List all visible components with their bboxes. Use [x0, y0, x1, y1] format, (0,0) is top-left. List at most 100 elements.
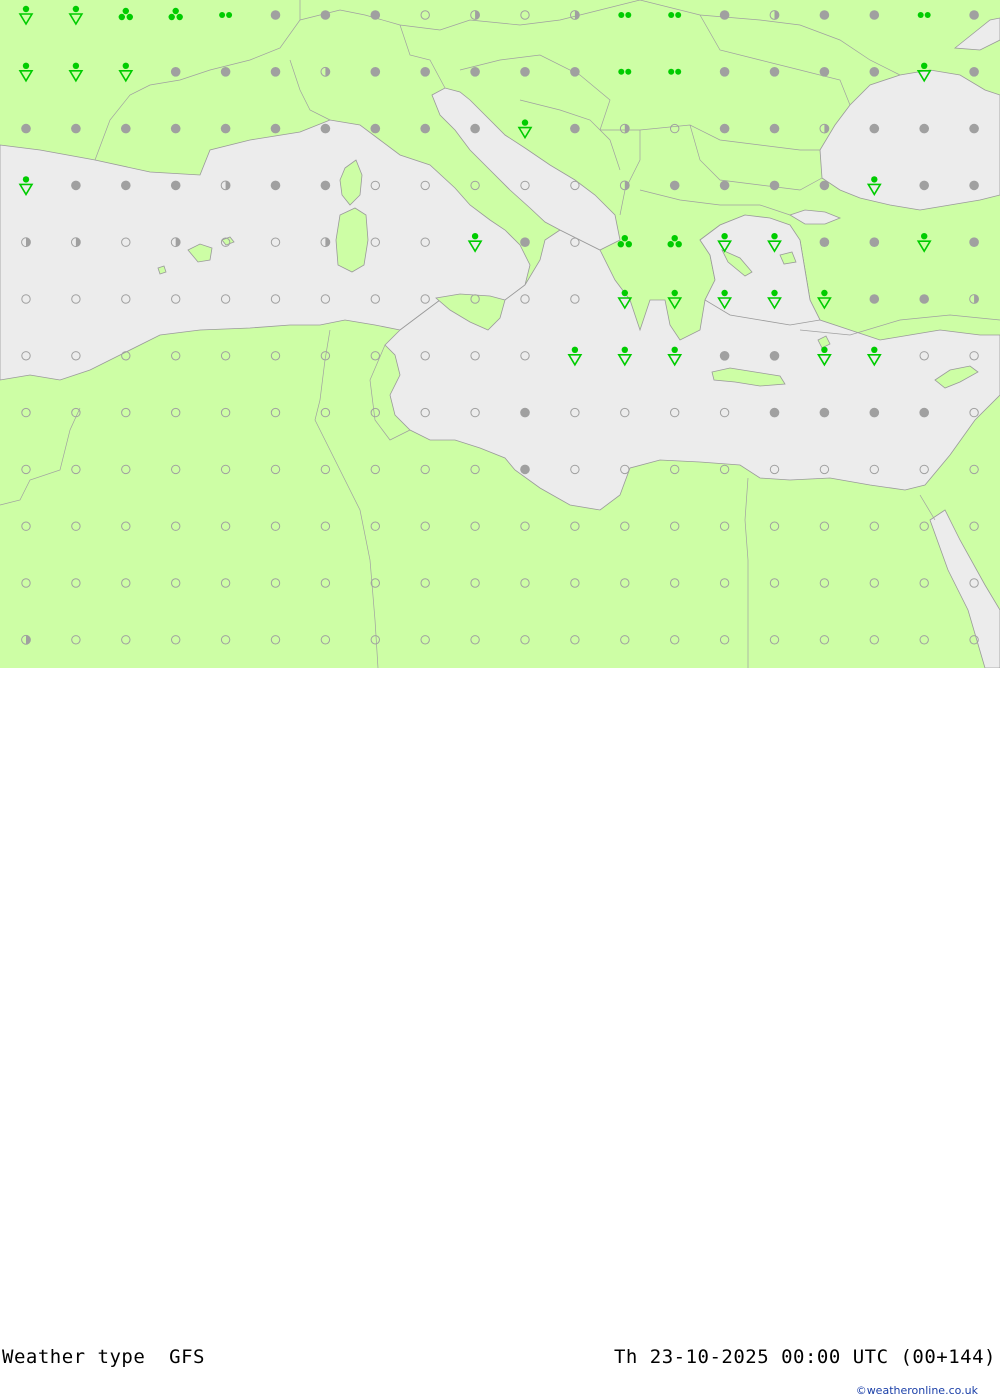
weather-symbol-overcast: [919, 294, 929, 304]
weather-symbol-overcast: [520, 407, 530, 418]
weather-symbol-overcast: [719, 123, 730, 134]
weather-symbol-clear: [819, 578, 830, 588]
weather-symbol-clear: [21, 464, 31, 475]
weather-symbol-drizzle: [618, 68, 632, 75]
weather-symbol-overcast: [969, 180, 979, 191]
weather-symbol-overcast: [669, 180, 680, 191]
weather-symbol-overcast: [570, 67, 580, 77]
weather-symbol-clear: [370, 407, 380, 418]
weather-symbol-clear: [670, 521, 680, 531]
weather-symbol-showers: [916, 233, 932, 253]
weather-symbol-clear: [719, 521, 730, 531]
weather-symbol-clear: [570, 521, 580, 531]
map-canvas: [0, 0, 1000, 668]
weather-symbol-clear: [220, 521, 231, 531]
map-footer: Weather type GFS Th 23-10-2025 00:00 UTC…: [0, 668, 1000, 1397]
weather-symbol-overcast: [71, 180, 81, 191]
caspian-fragment: [953, 17, 1000, 51]
forecast-datetime: Th 23-10-2025 00:00 UTC (00+144): [613, 1346, 996, 1368]
weather-symbol-partly: [470, 10, 481, 20]
weather-symbol-overcast: [769, 123, 780, 134]
weather-symbol-clear: [470, 635, 480, 645]
weather-symbol-clear: [370, 635, 380, 645]
weather-symbol-drizzle: [219, 12, 233, 18]
weather-symbol-overcast: [520, 237, 530, 247]
weather-symbol-overcast: [769, 180, 780, 191]
weather-symbol-overcast: [819, 237, 830, 247]
weather-symbol-clear: [769, 521, 780, 531]
weather-symbol-clear: [71, 464, 81, 475]
weather-symbol-clear: [719, 635, 730, 645]
weather-symbol-partly: [769, 10, 780, 20]
weather-symbol-partly: [320, 66, 331, 77]
weather-symbol-clear: [220, 351, 231, 361]
weather-symbol-clear: [769, 635, 780, 645]
weather-symbol-clear: [570, 635, 580, 645]
weather-symbol-clear: [320, 521, 331, 531]
weather-symbol-showers: [18, 5, 34, 26]
weather-symbol-overcast: [769, 351, 780, 361]
weather-symbol-clear: [71, 635, 81, 645]
weather-symbol-overcast: [969, 10, 979, 20]
source-credit-link[interactable]: ©weatheronline.co.uk: [856, 1384, 978, 1397]
weather-symbol-showers: [517, 119, 533, 140]
weather-symbol-clear: [969, 464, 979, 475]
weather-symbol-clear: [21, 521, 31, 531]
weather-symbol-showers: [667, 289, 683, 310]
weather-symbol-overcast: [719, 10, 730, 20]
weather-symbol-clear: [370, 464, 380, 475]
island-ibiza: [157, 265, 167, 275]
weather-symbol-overcast: [270, 10, 281, 20]
weather-symbol-overcast: [170, 123, 181, 134]
weather-symbol-clear: [420, 635, 430, 645]
weather-symbol-clear: [270, 351, 281, 361]
weather-symbol-clear: [819, 635, 830, 645]
weather-symbol-clear: [620, 635, 630, 645]
weather-symbol-rain: [667, 235, 682, 248]
weather-symbol-partly: [619, 180, 630, 191]
weather-symbol-clear: [670, 464, 680, 475]
weather-symbol-clear: [171, 464, 181, 475]
weather-symbol-showers: [816, 289, 832, 310]
weather-map: [0, 0, 1000, 668]
weather-symbol-clear: [520, 635, 530, 645]
weather-symbol-clear: [869, 635, 879, 645]
weather-symbol-clear: [220, 464, 231, 475]
weather-symbol-clear: [520, 10, 530, 20]
weather-symbol-overcast: [370, 10, 381, 20]
weather-symbol-overcast: [969, 237, 979, 247]
weather-symbol-clear: [220, 407, 231, 418]
weather-symbol-clear: [470, 180, 480, 191]
weather-symbol-clear: [420, 578, 430, 588]
weather-symbol-clear: [670, 578, 680, 588]
weather-symbol-partly: [570, 10, 580, 20]
weather-symbol-overcast: [969, 123, 979, 134]
weather-symbol-clear: [869, 578, 879, 588]
weather-symbol-overcast: [420, 67, 431, 77]
weather-symbol-clear: [171, 521, 181, 531]
weather-symbol-clear: [320, 578, 331, 588]
weather-symbol-overcast: [819, 10, 830, 20]
weather-symbol-clear: [420, 464, 430, 475]
weather-symbol-overcast: [819, 180, 830, 191]
weather-symbol-clear: [370, 578, 380, 588]
weather-symbol-overcast: [420, 123, 431, 134]
weather-symbol-showers: [68, 5, 84, 26]
weather-symbol-overcast: [869, 123, 880, 134]
weather-symbol-clear: [320, 464, 331, 475]
weather-symbol-clear: [919, 521, 929, 531]
weather-symbol-showers: [18, 62, 34, 83]
weather-symbol-overcast: [71, 123, 81, 134]
weather-symbol-overcast: [869, 294, 880, 304]
weather-symbol-clear: [570, 578, 580, 588]
weather-symbol-clear: [370, 521, 380, 531]
weather-symbol-clear: [171, 578, 181, 588]
weather-symbol-clear: [919, 635, 929, 645]
weather-symbol-overcast: [121, 180, 131, 191]
weather-symbol-clear: [220, 635, 231, 645]
weather-symbol-clear: [420, 521, 430, 531]
island-sardinia: [335, 207, 369, 273]
weather-symbol-overcast: [869, 237, 880, 247]
weather-symbol-clear: [121, 635, 131, 645]
weather-symbol-clear: [819, 521, 830, 531]
